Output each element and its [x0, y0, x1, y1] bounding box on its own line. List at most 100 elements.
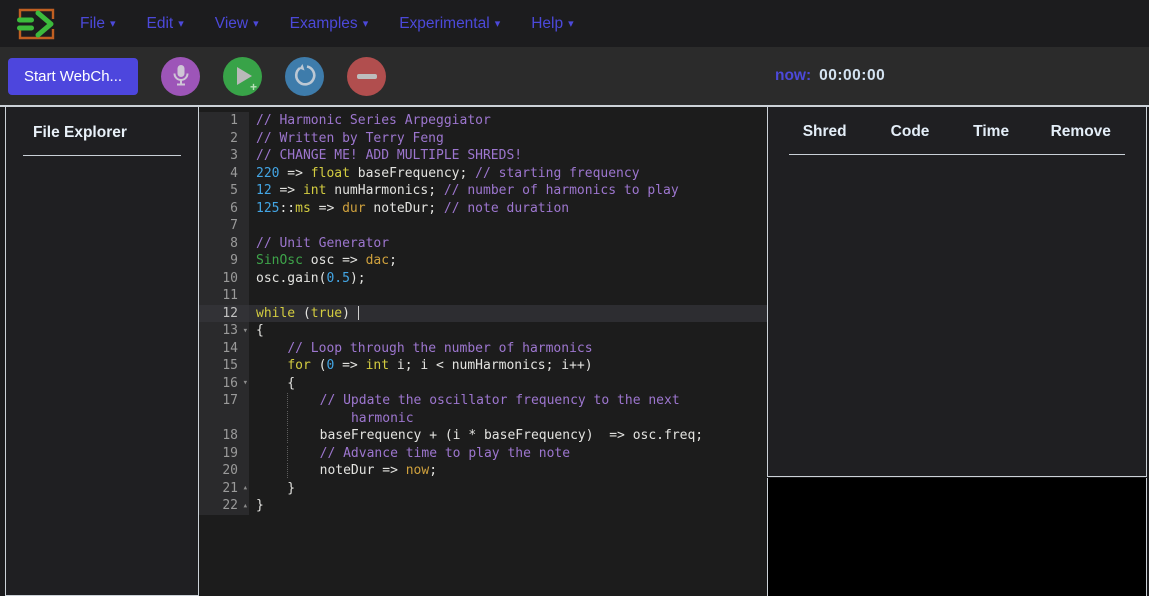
code-line[interactable]: 12while (true): [199, 305, 767, 323]
code-text: {: [249, 322, 264, 340]
menu-items: File▾ Edit▾ View▾ Examples▾ Experimental▾ Hel…: [80, 15, 605, 33]
gutter-line-number[interactable]: 20: [199, 462, 249, 480]
gutter-line-number[interactable]: [199, 410, 249, 428]
shred-column-header: Code: [867, 123, 952, 141]
code-line[interactable]: 4220 => float baseFrequency; // starting…: [199, 165, 767, 183]
toolbar: Start WebCh... + now: 00:00:00: [0, 47, 1149, 105]
chevron-down-icon: ▾: [495, 17, 501, 30]
gutter-line-number[interactable]: 6: [199, 200, 249, 218]
code-line[interactable]: harmonic: [199, 410, 767, 428]
minus-icon: [357, 74, 377, 79]
code-line[interactable]: 2// Written by Terry Feng: [199, 130, 767, 148]
code-lines: 1// Harmonic Series Arpeggiator2// Writt…: [199, 112, 767, 515]
webchuck-logo-icon: [12, 4, 58, 44]
code-line[interactable]: 20 noteDur => now;: [199, 462, 767, 480]
gutter-line-number[interactable]: 16▾: [199, 375, 249, 393]
code-text: for (0 => int i; i < numHarmonics; i++): [249, 357, 593, 375]
fold-toggle-icon[interactable]: ▴: [243, 480, 248, 498]
gutter-line-number[interactable]: 18: [199, 427, 249, 445]
gutter-line-number[interactable]: 15: [199, 357, 249, 375]
code-line[interactable]: 6125::ms => dur noteDur; // note duratio…: [199, 200, 767, 218]
replay-arrow-icon: [293, 63, 317, 90]
code-text: // Harmonic Series Arpeggiator: [249, 112, 491, 130]
menu-item-help[interactable]: Help▾: [531, 15, 573, 33]
code-line[interactable]: 14 // Loop through the number of harmoni…: [199, 340, 767, 358]
code-text: // Unit Generator: [249, 235, 389, 253]
code-line[interactable]: 22▴}: [199, 497, 767, 515]
code-line[interactable]: 21▴ }: [199, 480, 767, 498]
code-text: [249, 287, 256, 305]
shred-table-headers: ShredCodeTimeRemove: [768, 107, 1146, 141]
code-line[interactable]: 15 for (0 => int i; i < numHarmonics; i+…: [199, 357, 767, 375]
code-line[interactable]: 512 => int numHarmonics; // number of ha…: [199, 182, 767, 200]
code-text: 220 => float baseFrequency; // starting …: [249, 165, 640, 183]
gutter-line-number[interactable]: 11: [199, 287, 249, 305]
file-explorer-panel[interactable]: File Explorer: [5, 107, 199, 596]
chuck-time-value: 00:00:00: [819, 67, 885, 85]
code-line[interactable]: 8// Unit Generator: [199, 235, 767, 253]
code-line[interactable]: 17 // Update the oscillator frequency to…: [199, 392, 767, 410]
gutter-line-number[interactable]: 22▴: [199, 497, 249, 515]
gutter-line-number[interactable]: 3: [199, 147, 249, 165]
code-line[interactable]: 7: [199, 217, 767, 235]
gutter-line-number[interactable]: 9: [199, 252, 249, 270]
gutter-line-number[interactable]: 8: [199, 235, 249, 253]
code-text: }: [249, 497, 264, 515]
play-add-shred-button[interactable]: +: [223, 57, 262, 96]
menu-item-examples[interactable]: Examples▾: [290, 15, 369, 33]
code-text: while (true): [249, 305, 359, 323]
menu-item-view[interactable]: View▾: [215, 15, 259, 33]
code-text: SinOsc osc => dac;: [249, 252, 397, 270]
code-text: // CHANGE ME! ADD MULTIPLE SHREDS!: [249, 147, 522, 165]
replace-shred-button[interactable]: [285, 57, 324, 96]
gutter-line-number[interactable]: 19: [199, 445, 249, 463]
gutter-line-number[interactable]: 14: [199, 340, 249, 358]
fold-toggle-icon[interactable]: ▾: [243, 375, 248, 393]
gutter-line-number[interactable]: 10: [199, 270, 249, 288]
code-editor[interactable]: 1// Harmonic Series Arpeggiator2// Writt…: [199, 107, 767, 596]
gutter-line-number[interactable]: 17: [199, 392, 249, 410]
code-line[interactable]: 1// Harmonic Series Arpeggiator: [199, 112, 767, 130]
code-line[interactable]: 16▾ {: [199, 375, 767, 393]
code-text: // Loop through the number of harmonics: [249, 340, 593, 358]
gutter-line-number[interactable]: 2: [199, 130, 249, 148]
menu-item-edit[interactable]: Edit▾: [147, 15, 184, 33]
code-line[interactable]: 3// CHANGE ME! ADD MULTIPLE SHREDS!: [199, 147, 767, 165]
code-text: harmonic: [249, 410, 414, 428]
gutter-line-number[interactable]: 12: [199, 305, 249, 323]
menu-item-experimental[interactable]: Experimental▾: [399, 15, 500, 33]
gutter-line-number[interactable]: 7: [199, 217, 249, 235]
code-line[interactable]: 11: [199, 287, 767, 305]
menu-item-file[interactable]: File▾: [80, 15, 116, 33]
chevron-down-icon: ▾: [253, 17, 259, 30]
start-webchuck-button[interactable]: Start WebCh...: [8, 58, 138, 95]
code-text: // Written by Terry Feng: [249, 130, 444, 148]
code-line[interactable]: 19 // Advance time to play the note: [199, 445, 767, 463]
code-line[interactable]: 9SinOsc osc => dac;: [199, 252, 767, 270]
code-line[interactable]: 18 baseFrequency + (i * baseFrequency) =…: [199, 427, 767, 445]
gutter-line-number[interactable]: 4: [199, 165, 249, 183]
fold-toggle-icon[interactable]: ▴: [243, 498, 248, 516]
chevron-down-icon: ▾: [178, 17, 184, 30]
fold-toggle-icon[interactable]: ▾: [243, 323, 248, 341]
code-text: 12 => int numHarmonics; // number of har…: [249, 182, 679, 200]
plus-icon: +: [250, 80, 257, 94]
shred-table-divider: [789, 154, 1125, 155]
microphone-button[interactable]: [161, 57, 200, 96]
shred-column-header: Remove: [1030, 123, 1132, 141]
code-text: noteDur => now;: [249, 462, 437, 480]
code-text: // Advance time to play the note: [249, 445, 570, 463]
gutter-line-number[interactable]: 13▾: [199, 322, 249, 340]
gutter-line-number[interactable]: 1: [199, 112, 249, 130]
file-explorer-divider: [23, 155, 181, 156]
shred-column-header: Time: [953, 123, 1030, 141]
code-text: 125::ms => dur noteDur; // note duration: [249, 200, 569, 218]
remove-shred-button[interactable]: [347, 57, 386, 96]
code-line[interactable]: 10osc.gain(0.5);: [199, 270, 767, 288]
gutter-line-number[interactable]: 5: [199, 182, 249, 200]
gutter-line-number[interactable]: 21▴: [199, 480, 249, 498]
code-text: baseFrequency + (i * baseFrequency) => o…: [249, 427, 703, 445]
main-panels: File Explorer 1// Harmonic Series Arpegg…: [0, 105, 1149, 596]
shred-column-header: Shred: [782, 123, 867, 141]
code-line[interactable]: 13▾{: [199, 322, 767, 340]
